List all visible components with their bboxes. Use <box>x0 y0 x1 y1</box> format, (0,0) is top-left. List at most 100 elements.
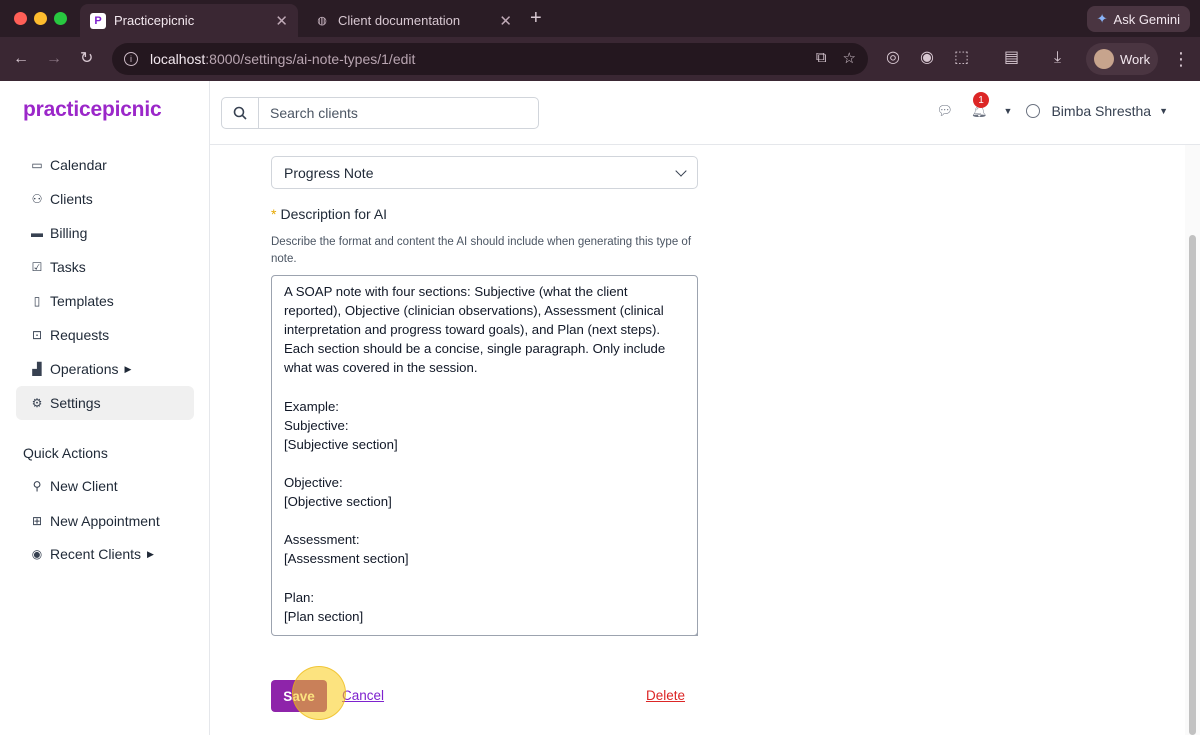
quick-action-label: New Client <box>50 478 118 494</box>
extensions-puzzle-icon[interactable]: ⬚ <box>954 48 969 68</box>
users-icon: ⚇ <box>31 192 43 206</box>
checkbox-icon: ☑ <box>31 260 43 274</box>
minimize-window-button[interactable] <box>34 12 47 25</box>
site-info-icon[interactable]: i <box>124 52 138 66</box>
caret-right-icon: ▶ <box>147 548 154 559</box>
profile-avatar <box>1094 49 1114 69</box>
user-name[interactable]: Bimba Shrestha <box>1051 103 1151 119</box>
page-scrollbar[interactable] <box>1185 145 1200 735</box>
textarea-resize-handle[interactable] <box>691 629 698 636</box>
back-arrow-icon[interactable]: ← <box>13 49 29 69</box>
brand-logo[interactable]: practicepicnic <box>23 98 162 122</box>
form-actions: Save Cancel Delete <box>271 680 698 712</box>
note-type-value: Progress Note <box>284 164 374 181</box>
globe-icon: ◍ <box>317 15 327 27</box>
sidebar-item-calendar[interactable]: ▭ Calendar <box>16 148 194 182</box>
description-label-text: Description for AI <box>280 206 388 222</box>
sidebar-item-clients[interactable]: ⚇ Clients <box>16 182 194 216</box>
sidebar-item-label: Clients <box>50 191 93 207</box>
notification-badge: 1 <box>973 92 990 108</box>
ask-gemini-label: Ask Gemini <box>1113 11 1180 27</box>
add-calendar-icon: ⊞ <box>31 514 43 528</box>
cancel-link[interactable]: Cancel <box>342 688 384 703</box>
sidebar: practicepicnic ▭ Calendar ⚇ Clients ▬ Bi… <box>0 81 210 735</box>
forward-arrow-icon[interactable]: → <box>46 49 62 69</box>
caret-right-icon: ▶ <box>124 363 132 374</box>
chevron-down-icon <box>675 165 687 177</box>
sidebar-item-billing[interactable]: ▬ Billing <box>16 216 194 250</box>
profile-label: Work <box>1120 51 1151 67</box>
user-menu-caret-icon[interactable]: ▼ <box>1159 106 1168 116</box>
quick-action-recent-clients[interactable]: ◉ Recent Clients ▶ <box>16 537 194 571</box>
inbox-icon: ⊡ <box>31 328 43 342</box>
sidebar-item-label: Operations <box>50 361 119 377</box>
maximize-window-button[interactable] <box>54 12 67 25</box>
scrollbar-thumb[interactable] <box>1189 235 1196 735</box>
top-bar: 💬︎ 🔔︎ 1 ▼ Bimba Shrestha ▼ <box>210 81 1200 145</box>
browser-tab-client-documentation[interactable]: ◍ Client documentation ✕ <box>304 4 522 37</box>
sidebar-item-requests[interactable]: ⊡ Requests <box>16 318 194 352</box>
note-type-select[interactable]: Progress Note <box>271 156 698 189</box>
eye-icon: ◉ <box>31 547 43 561</box>
search-input[interactable] <box>259 98 538 128</box>
quick-actions-title: Quick Actions <box>23 445 108 461</box>
required-asterisk: * <box>271 206 277 222</box>
tab-title: Client documentation <box>338 13 461 28</box>
chat-icon[interactable]: 💬︎ <box>937 103 954 119</box>
sidebar-item-label: Tasks <box>50 259 86 275</box>
url-path: :8000/settings/ai-note-types/1/edit <box>205 51 416 67</box>
delete-link[interactable]: Delete <box>646 688 685 703</box>
practicepicnic-favicon-icon: P <box>90 12 106 29</box>
client-search <box>221 97 539 129</box>
reading-mode-icon[interactable]: ▤ <box>1004 48 1019 68</box>
quick-action-new-appointment[interactable]: ⊞ New Appointment <box>16 504 194 538</box>
browser-toolbar: ← → ↻ i localhost :8000/settings/ai-note… <box>0 37 1200 81</box>
close-tab-icon[interactable]: ✕ <box>275 12 288 30</box>
sidebar-item-label: Settings <box>50 395 101 411</box>
description-textarea[interactable]: A SOAP note with four sections: Subjecti… <box>271 275 698 636</box>
sidebar-item-settings[interactable]: ⚙ Settings <box>16 386 194 420</box>
address-bar[interactable]: i localhost :8000/settings/ai-note-types… <box>112 43 868 75</box>
main-content: Progress Note * Description for AI Descri… <box>210 145 1185 735</box>
sidebar-item-label: Templates <box>50 293 114 309</box>
quick-action-label: Recent Clients <box>50 546 142 562</box>
url-host: localhost <box>150 51 206 67</box>
close-window-button[interactable] <box>14 12 27 25</box>
gemini-sparkle-icon: ✦ <box>1096 11 1108 26</box>
clipboard-icon: ▯ <box>33 294 41 308</box>
notifications-bell-icon[interactable]: 🔔︎ 1 <box>971 92 990 119</box>
user-avatar-icon[interactable] <box>1026 104 1041 118</box>
sidebar-item-tasks[interactable]: ☑ Tasks <box>16 250 194 284</box>
new-tab-button[interactable]: + <box>530 8 542 28</box>
tab-title: Practicepicnic <box>114 13 195 28</box>
reload-icon[interactable]: ↻ <box>80 49 93 69</box>
ask-gemini-button[interactable]: ✦ Ask Gemini <box>1086 6 1190 32</box>
description-label: * Description for AI <box>271 206 387 222</box>
close-tab-icon[interactable]: ✕ <box>499 12 512 30</box>
save-button[interactable]: Save <box>271 680 327 712</box>
install-app-icon[interactable]: ⧉ <box>816 49 827 67</box>
description-help-text: Describe the format and content the AI s… <box>271 236 692 265</box>
sidebar-item-label: Billing <box>50 225 88 241</box>
sidebar-item-templates[interactable]: ▯ Templates <box>16 284 194 318</box>
sidebar-item-label: Calendar <box>50 157 107 173</box>
sidebar-item-label: Requests <box>50 327 110 343</box>
quick-action-new-client[interactable]: ⚲ New Client <box>16 469 194 503</box>
bookmark-star-icon[interactable]: ☆ <box>843 49 856 67</box>
notifications-caret-icon[interactable]: ▼ <box>1004 106 1013 116</box>
gear-icon: ⚙ <box>31 396 43 410</box>
profile-button[interactable]: Work <box>1086 43 1158 75</box>
extension-glasses-icon[interactable]: ◎ <box>886 48 900 68</box>
app: practicepicnic ▭ Calendar ⚇ Clients ▬ Bi… <box>0 81 1200 735</box>
browser-menu-icon[interactable]: ⋮ <box>1172 49 1190 69</box>
search-icon[interactable] <box>222 98 259 128</box>
downloads-icon[interactable]: ⤓ <box>1054 48 1061 68</box>
extension-grammar-icon[interactable]: ◉ <box>920 48 934 68</box>
browser-tab-bar: P Practicepicnic ✕ ◍ Client documentatio… <box>0 0 1200 37</box>
sidebar-item-operations[interactable]: ▟ Operations ▶ <box>16 352 194 386</box>
browser-tab-practicepicnic[interactable]: P Practicepicnic ✕ <box>80 4 298 37</box>
chart-icon: ▟ <box>32 362 42 376</box>
quick-action-label: New Appointment <box>50 513 160 529</box>
add-user-icon: ⚲ <box>32 479 42 493</box>
top-bar-right: 💬︎ 🔔︎ 1 ▼ Bimba Shrestha ▼ <box>937 92 1168 119</box>
